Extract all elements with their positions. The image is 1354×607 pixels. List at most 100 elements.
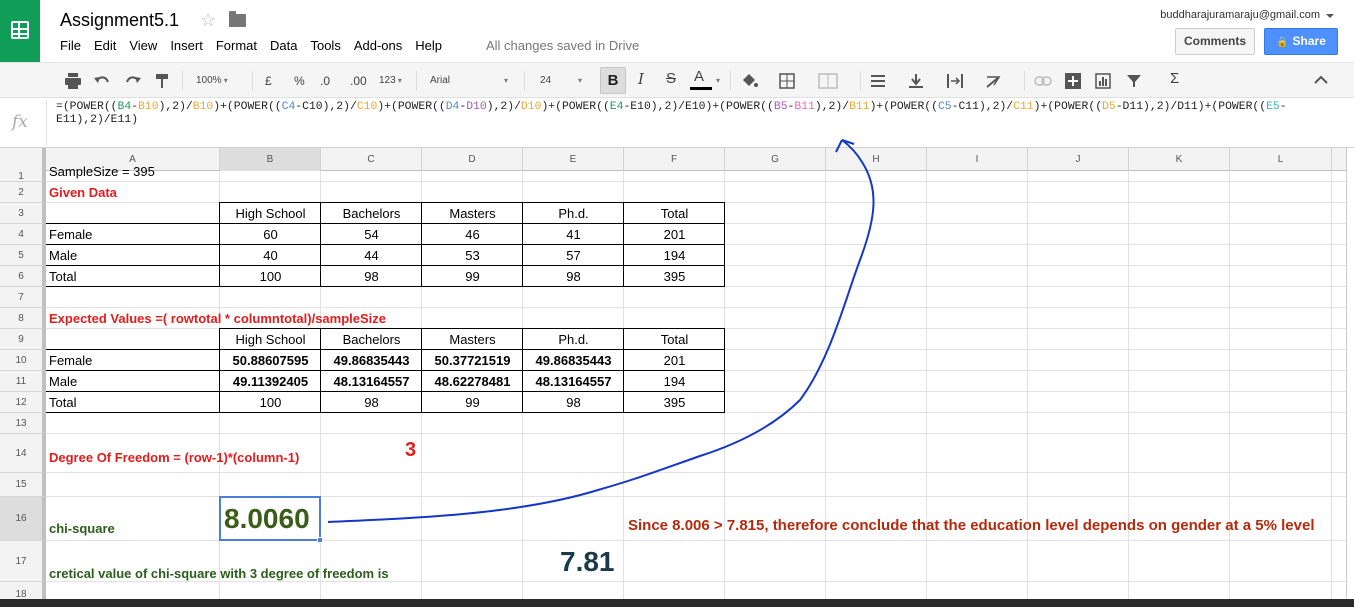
- row-header-16[interactable]: 16: [0, 497, 46, 541]
- row-header-10[interactable]: 10: [0, 350, 46, 371]
- chevron-down-icon[interactable]: ▾: [578, 73, 582, 89]
- font-size-select[interactable]: 24: [540, 73, 551, 89]
- formula-text-segment: )+(POWER((: [1033, 101, 1103, 113]
- formula-cell-ref: C10: [356, 101, 378, 113]
- given-value-cell: 40: [263, 248, 278, 263]
- row-header-8[interactable]: 8: [0, 308, 46, 329]
- menu-view[interactable]: View: [129, 38, 157, 53]
- column-header-e[interactable]: E: [523, 148, 624, 171]
- row-header-1[interactable]: 1: [0, 171, 46, 182]
- borders-icon[interactable]: [779, 73, 795, 89]
- column-header-i[interactable]: I: [927, 148, 1028, 171]
- fill-handle[interactable]: [317, 537, 323, 543]
- formula-text-segment: -C11),2)/: [951, 101, 1014, 113]
- row-header-9[interactable]: 9: [0, 329, 46, 350]
- formula-cell-ref: C11: [1013, 101, 1034, 113]
- horizontal-scrollbar[interactable]: [0, 599, 1354, 607]
- more-formats-button[interactable]: 123: [379, 73, 402, 89]
- strikethrough-button[interactable]: S: [666, 71, 676, 87]
- link-icon[interactable]: [1034, 75, 1052, 87]
- column-header-f[interactable]: F: [624, 148, 725, 171]
- row-header-17[interactable]: 17: [0, 541, 46, 582]
- sheets-home-icon[interactable]: [0, 0, 40, 62]
- row-header-6[interactable]: 6: [0, 266, 46, 287]
- print-icon[interactable]: [64, 73, 82, 89]
- document-title[interactable]: Assignment5.1: [60, 10, 179, 31]
- given-value-cell: 41: [566, 227, 581, 242]
- currency-format-button[interactable]: £: [265, 73, 272, 89]
- chevron-down-icon[interactable]: [1326, 14, 1334, 18]
- expected-header-cell: Total: [660, 332, 689, 347]
- functions-button[interactable]: Σ: [1170, 71, 1179, 87]
- menu-data[interactable]: Data: [270, 38, 297, 53]
- merge-cells-icon[interactable]: [818, 73, 838, 89]
- align-icon[interactable]: [870, 73, 886, 89]
- bold-button[interactable]: B: [600, 67, 626, 94]
- menu-help[interactable]: Help: [415, 38, 442, 53]
- menu-file[interactable]: File: [60, 38, 81, 53]
- menu-format[interactable]: Format: [216, 38, 257, 53]
- collapse-menu-icon[interactable]: [1314, 75, 1328, 85]
- vertical-scrollbar[interactable]: [1346, 148, 1354, 599]
- chevron-down-icon[interactable]: ▾: [716, 73, 720, 89]
- menu-insert[interactable]: Insert: [170, 38, 203, 53]
- text-wrapping-icon[interactable]: [946, 73, 964, 89]
- chevron-down-icon[interactable]: ▾: [504, 73, 508, 89]
- expected-values-title: Expected Values =( rowtotal * columntota…: [49, 311, 387, 326]
- row-header-14[interactable]: 14: [0, 434, 46, 473]
- column-header-c[interactable]: C: [321, 148, 422, 171]
- given-value-cell: 98: [364, 269, 379, 284]
- zoom-select[interactable]: 100%: [196, 73, 228, 89]
- column-header-b[interactable]: B: [220, 148, 321, 171]
- formula-cell-ref: D10: [466, 101, 487, 113]
- share-button[interactable]: 🔒 Share: [1264, 28, 1338, 55]
- menu-tools[interactable]: Tools: [310, 38, 340, 53]
- column-header-h[interactable]: H: [826, 148, 927, 171]
- given-value-cell: 100: [259, 269, 282, 284]
- comments-button[interactable]: Comments: [1175, 28, 1255, 55]
- italic-button[interactable]: I: [638, 71, 644, 87]
- paint-format-icon[interactable]: [155, 73, 171, 89]
- font-family-select[interactable]: Arial: [430, 73, 450, 89]
- undo-icon[interactable]: [93, 73, 111, 89]
- star-icon[interactable]: ☆: [200, 10, 216, 31]
- row-header-7[interactable]: 7: [0, 287, 46, 308]
- column-header-l[interactable]: L: [1230, 148, 1332, 171]
- percent-format-button[interactable]: %: [294, 73, 305, 89]
- row-header-2[interactable]: 2: [0, 182, 46, 203]
- column-header-g[interactable]: G: [725, 148, 826, 171]
- vertical-align-icon[interactable]: [908, 73, 924, 89]
- expected-header-cell: Ph.d.: [558, 332, 589, 347]
- formula-input[interactable]: =(POWER((B4-B10),2)/B10)+(POWER((C4-C10)…: [56, 101, 1346, 127]
- text-color-button[interactable]: A: [694, 69, 704, 85]
- filter-icon[interactable]: [1126, 74, 1142, 88]
- row-header-15[interactable]: 15: [0, 473, 46, 497]
- folder-icon[interactable]: [229, 11, 246, 27]
- menu-addons[interactable]: Add-ons: [354, 38, 402, 53]
- app-header: Assignment5.1 ☆ File Edit View Insert Fo…: [0, 0, 1354, 62]
- select-all-corner[interactable]: [0, 148, 46, 171]
- column-header-k[interactable]: K: [1129, 148, 1230, 171]
- fill-color-icon[interactable]: [740, 72, 758, 90]
- row-header-5[interactable]: 5: [0, 245, 46, 266]
- critical-value: 7.81: [560, 546, 615, 577]
- insert-chart-icon[interactable]: [1095, 73, 1111, 89]
- row-header-3[interactable]: 3: [0, 203, 46, 224]
- decrease-decimals-button[interactable]: .0: [320, 73, 330, 89]
- row-header-12[interactable]: 12: [0, 392, 46, 413]
- formula-cell-ref: B10: [138, 101, 159, 113]
- increase-decimals-button[interactable]: .00: [350, 73, 367, 89]
- row-header-4[interactable]: 4: [0, 224, 46, 245]
- given-header-cell: Masters: [449, 206, 496, 221]
- save-status: All changes saved in Drive: [486, 38, 640, 53]
- column-header-d[interactable]: D: [422, 148, 523, 171]
- column-header-j[interactable]: J: [1028, 148, 1129, 171]
- text-rotation-icon[interactable]: [985, 73, 1003, 89]
- expected-header-cell: Masters: [449, 332, 496, 347]
- account-email[interactable]: buddharajuramaraju@gmail.com: [1160, 9, 1320, 21]
- redo-icon[interactable]: [124, 73, 142, 89]
- insert-comment-icon[interactable]: [1065, 73, 1081, 89]
- row-header-13[interactable]: 13: [0, 413, 46, 434]
- row-header-11[interactable]: 11: [0, 371, 46, 392]
- menu-edit[interactable]: Edit: [94, 38, 116, 53]
